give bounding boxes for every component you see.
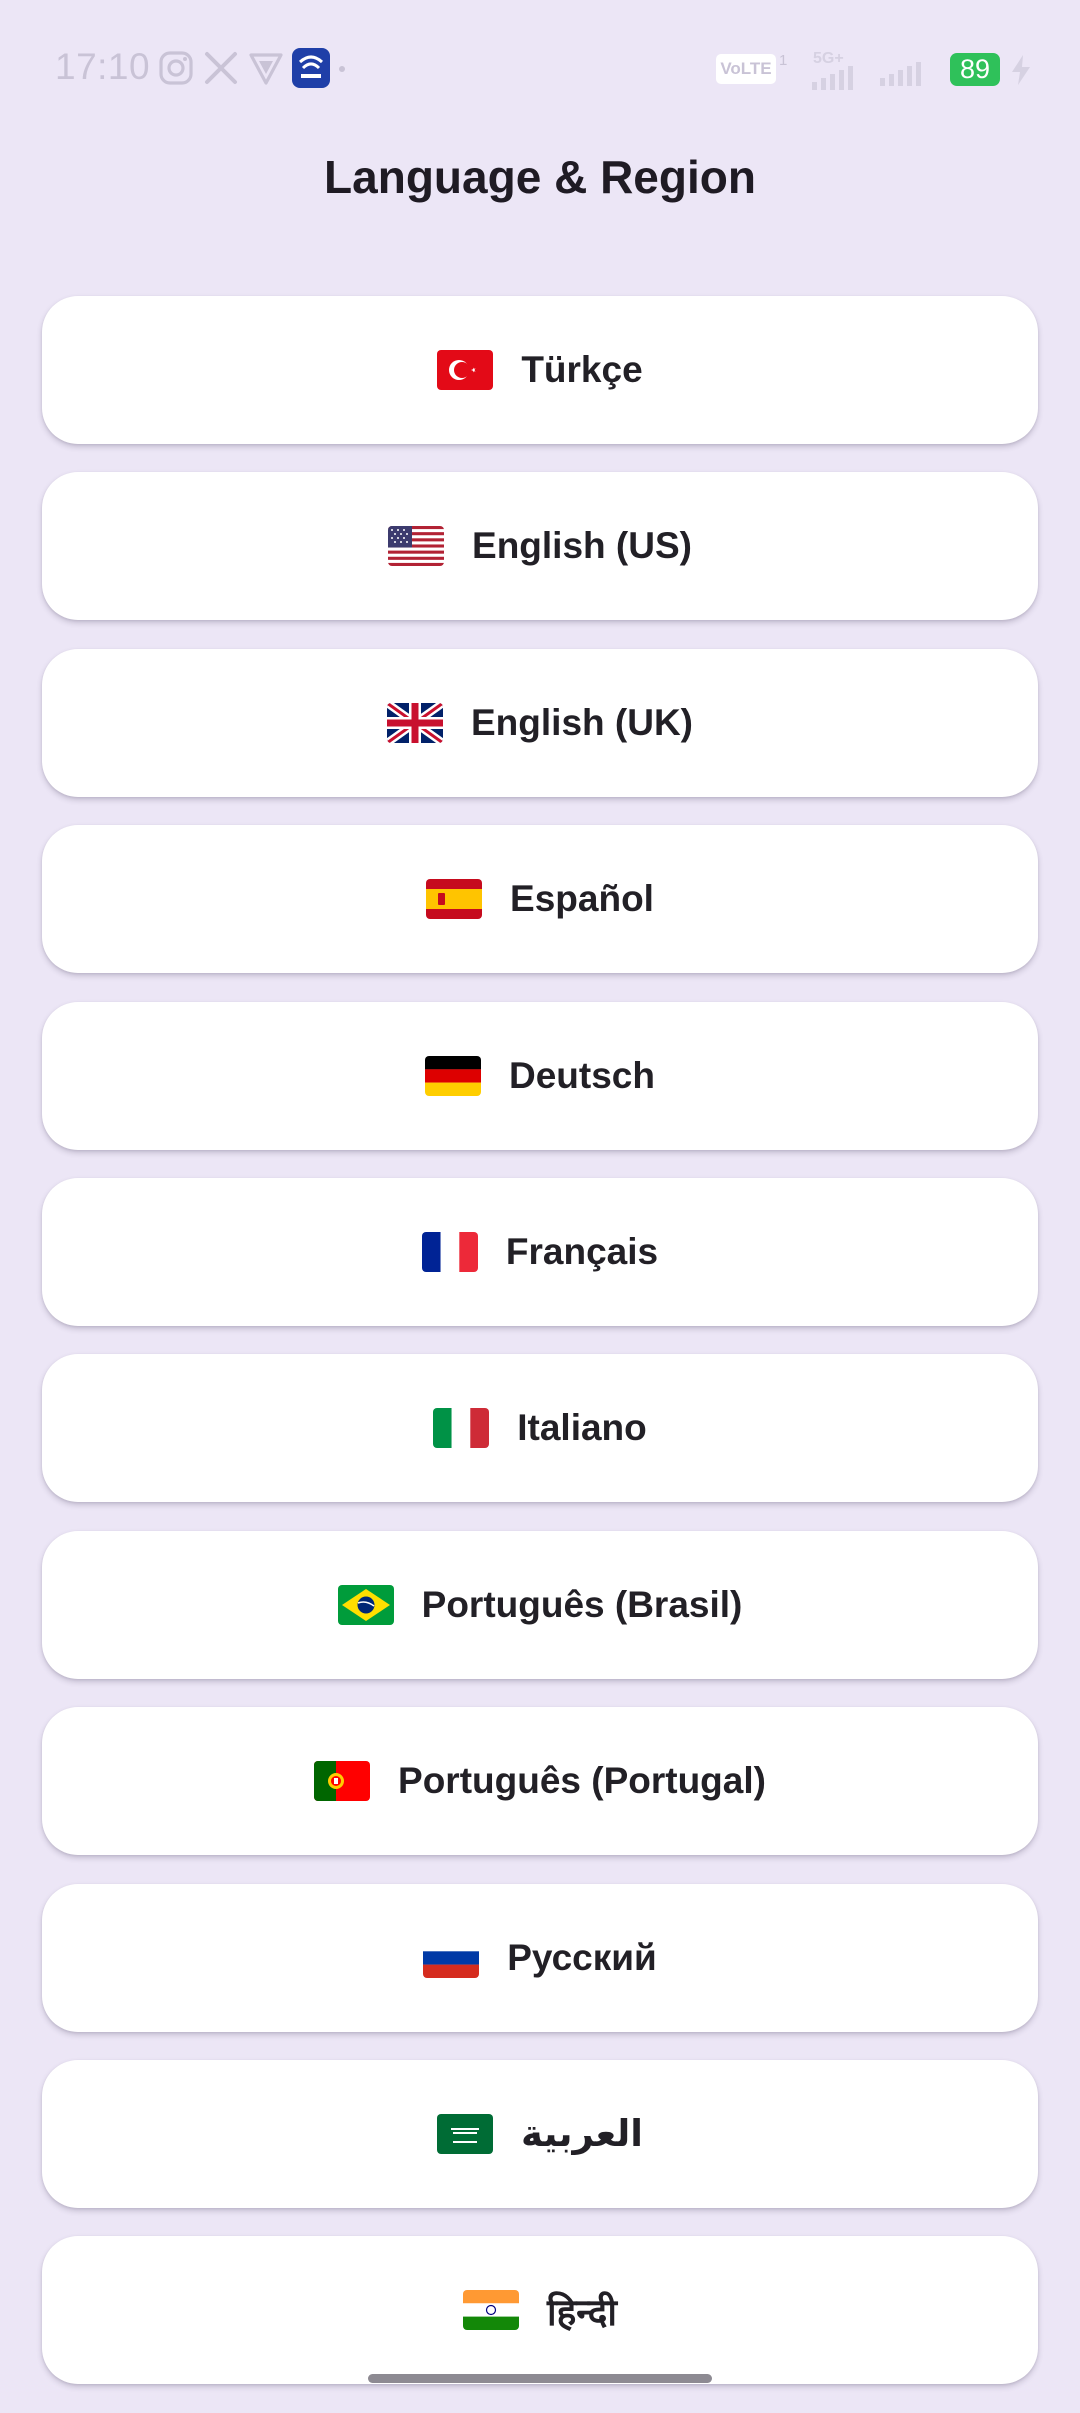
language-label: Français bbox=[505, 1230, 659, 1272]
flag-france-icon bbox=[421, 1231, 478, 1272]
flag-germany-icon bbox=[425, 1055, 481, 1096]
sim-slot: 1 bbox=[779, 52, 788, 69]
language-label: Português (Brasil) bbox=[421, 1583, 743, 1625]
language-label: Español bbox=[510, 878, 654, 920]
flag-spain-icon bbox=[426, 879, 483, 920]
language-option-french[interactable]: Français bbox=[42, 1177, 1038, 1326]
language-label: Italiano bbox=[517, 1407, 647, 1449]
language-option-english-uk[interactable]: English (UK) bbox=[42, 648, 1038, 797]
flag-saudi-arabia-icon bbox=[437, 2113, 494, 2154]
language-option-portuguese-portugal[interactable]: Português (Portugal) bbox=[42, 1707, 1038, 1856]
flag-italy-icon bbox=[433, 1408, 490, 1449]
battery-indicator: 89 bbox=[950, 53, 1000, 86]
wifi-signal-icon bbox=[812, 66, 860, 90]
language-option-spanish[interactable]: Español bbox=[42, 825, 1038, 974]
language-option-russian[interactable]: Русский bbox=[42, 1883, 1038, 2032]
language-option-turkish[interactable]: Türkçe bbox=[42, 296, 1038, 444]
x-icon bbox=[203, 50, 239, 86]
cell-signal-icon bbox=[880, 62, 928, 86]
language-option-italian[interactable]: Italiano bbox=[42, 1354, 1038, 1503]
flag-india-icon bbox=[463, 2290, 520, 2331]
language-label: Türkçe bbox=[521, 349, 643, 390]
notification-dot bbox=[339, 66, 345, 72]
volte-badge: VoLTE bbox=[716, 54, 776, 84]
language-label: English (US) bbox=[472, 525, 692, 567]
flag-usa-icon bbox=[388, 526, 445, 567]
flag-brazil-icon bbox=[337, 1584, 394, 1625]
language-label: Русский bbox=[507, 1936, 657, 1978]
vpn-icon bbox=[248, 50, 284, 86]
language-list: Türkçe English (US) English (UK) Español… bbox=[42, 296, 1038, 2413]
status-time: 17:10 bbox=[55, 46, 151, 87]
flag-russia-icon bbox=[423, 1937, 480, 1978]
instagram-icon bbox=[158, 50, 194, 86]
charging-icon bbox=[1010, 55, 1032, 85]
language-option-hindi[interactable]: हिन्दी bbox=[42, 2236, 1038, 2385]
flag-turkey-icon bbox=[437, 350, 494, 390]
language-option-portuguese-brazil[interactable]: Português (Brasil) bbox=[42, 1530, 1038, 1679]
language-option-arabic[interactable]: العربية bbox=[42, 2059, 1038, 2208]
flag-uk-icon bbox=[387, 702, 443, 743]
language-label: Deutsch bbox=[509, 1054, 655, 1096]
language-option-german[interactable]: Deutsch bbox=[42, 1001, 1038, 1150]
status-bar: 17:10 VoLTE 1 5G+ 89 bbox=[0, 0, 1080, 140]
language-label: Português (Portugal) bbox=[398, 1760, 766, 1802]
language-label: English (UK) bbox=[471, 701, 693, 743]
gesture-navigation-handle[interactable] bbox=[368, 2374, 712, 2383]
app-icon bbox=[292, 48, 330, 88]
language-label: हिन्दी bbox=[547, 2290, 617, 2334]
language-label: العربية bbox=[521, 2112, 643, 2156]
flag-portugal-icon bbox=[314, 1761, 371, 1802]
page-title: Language & Region bbox=[324, 151, 756, 203]
language-option-english-us[interactable]: English (US) bbox=[42, 472, 1038, 621]
